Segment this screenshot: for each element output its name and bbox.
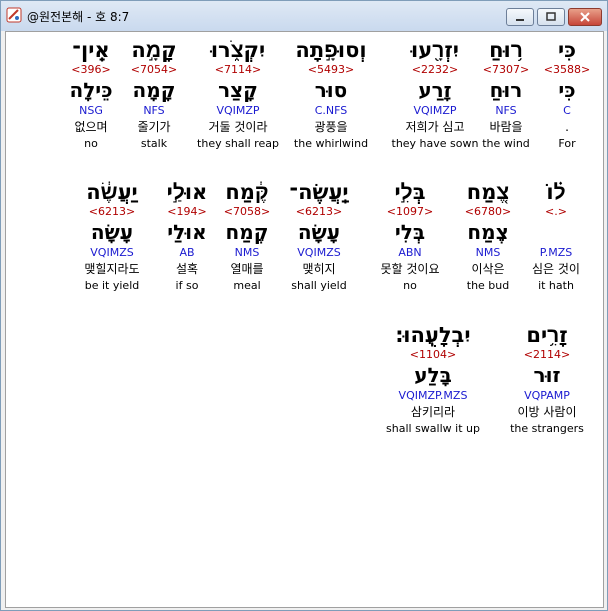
parsing-code: C.NFS <box>314 104 348 117</box>
app-icon <box>6 7 22 23</box>
english-gloss: shall swallw it up <box>386 422 480 435</box>
title-bar[interactable]: @원전본해 - 호 8:7 <box>1 1 607 31</box>
verse-panel[interactable]: כִּי <3588> כִּי C. For ר֥וּחַ <7307> רוּחַ NFS 바… <box>5 31 604 608</box>
lemma-word: סוּר <box>314 78 348 102</box>
lemma-word: בְּלִי <box>394 220 426 244</box>
english-gloss: they have sown <box>391 137 479 150</box>
english-gloss: no <box>403 279 417 292</box>
hebrew-word: וְסוּפָ֣תָה <box>295 38 367 62</box>
hebrew-word: יִבְלָעֻֽהוּ׃ <box>395 323 471 347</box>
parsing-code: VQIMZP.MZS <box>398 389 468 402</box>
lemma-word: עָשָׂה <box>90 220 134 244</box>
word-column[interactable]: יִזְרָ֖עוּ <2232> זָרַע VQIMZP 저희가 심고 they ha… <box>385 37 485 151</box>
app-window: @원전본해 - 호 8:7 כִּי <3588> כִּי C. For ר֥וּחַ <… <box>0 0 608 611</box>
hebrew-word: בְּלִ֣י <box>394 180 426 204</box>
english-gloss: the strangers <box>510 422 584 435</box>
strong-number: <2232> <box>411 63 459 76</box>
strong-number: <396> <box>71 63 111 76</box>
maximize-button[interactable] <box>537 8 565 26</box>
parsing-code: VQPAMP <box>524 389 570 402</box>
maximize-icon <box>546 12 556 21</box>
korean-gloss: 이방 사람이 <box>517 405 577 419</box>
word-column[interactable]: יַעֲשֶׂ֔ה <6213> עָשָׂה VQIMZS 맺힐지라도 be it yi… <box>62 179 162 293</box>
strong-number: <6213> <box>88 205 136 218</box>
minimize-icon <box>516 19 524 21</box>
strong-number: <1097> <box>386 205 434 218</box>
strong-number: <1104> <box>409 348 457 361</box>
word-column[interactable]: זָרִ֥ים <2114> זוּר VQPAMP 이방 사람이 the strange… <box>497 322 597 436</box>
word-column[interactable]: יִבְלָעֻֽהוּ׃ <1104> בָּלַע VQIMZP.MZS 삼키리라 s… <box>373 322 493 436</box>
parsing-code: VQIMZS <box>90 246 134 259</box>
korean-gloss: 삼키리라 <box>410 405 456 419</box>
strong-number: <2114> <box>523 348 571 361</box>
close-button[interactable] <box>568 8 602 26</box>
english-gloss: be it yield <box>84 279 140 292</box>
minimize-button[interactable] <box>506 8 534 26</box>
korean-gloss: 못할 것이요 <box>380 262 440 276</box>
hebrew-word: יִזְרָ֖עוּ <box>411 38 459 62</box>
word-column[interactable]: אֵֽין־ <396> כֵּילָה NSG 없으며 no <box>41 37 141 151</box>
strong-number: <5493> <box>307 63 355 76</box>
lemma-word: זוּר <box>533 363 561 387</box>
korean-gloss: 저희가 심고 <box>405 120 465 134</box>
hebrew-word: זָרִ֥ים <box>526 323 568 347</box>
parsing-code: NSG <box>79 104 103 117</box>
hebrew-word: אֵֽין־ <box>72 38 110 62</box>
korean-gloss: 맺힐지라도 <box>84 262 140 276</box>
lemma-word: כֵּילָה <box>69 78 113 102</box>
parsing-code: ABN <box>398 246 422 259</box>
english-gloss: the whirlwind <box>293 137 369 150</box>
lemma-word: בָּלַע <box>414 363 452 387</box>
word-column[interactable]: וְסוּפָ֣תָה <5493> סוּר C.NFS 광풍을 the whirlwi… <box>281 37 381 151</box>
korean-gloss: 없으며 <box>74 120 108 134</box>
word-column[interactable]: בְּלִ֣י <1097> בְּלִי ABN 못할 것이요 no <box>360 179 460 293</box>
parsing-code: VQIMZP <box>413 104 457 117</box>
close-icon <box>580 12 590 22</box>
window-title: @원전본해 - 호 8:7 <box>27 10 130 24</box>
lemma-word: זָרַע <box>418 78 452 102</box>
hebrew-word: יַעֲשֶׂ֔ה <box>86 180 138 204</box>
english-gloss: no <box>84 137 98 150</box>
korean-gloss: 광풍을 <box>314 120 348 134</box>
